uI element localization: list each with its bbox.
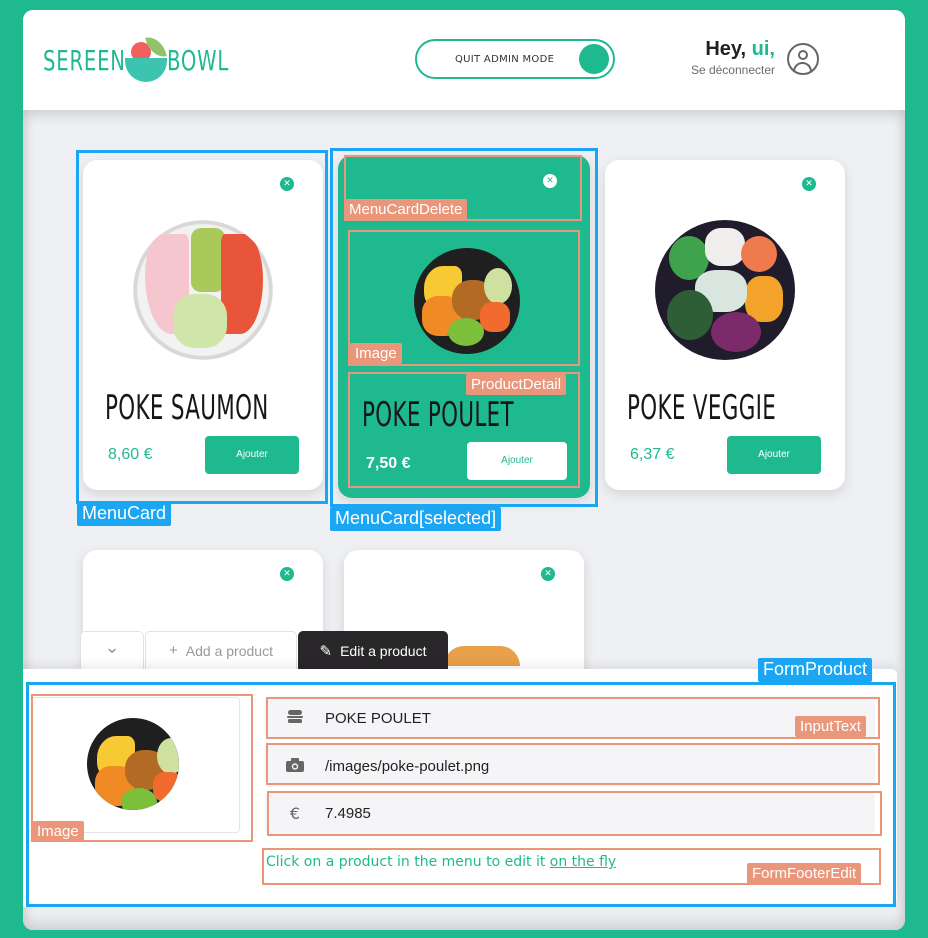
product-image (414, 248, 520, 354)
chevron-down-icon: ⌄ (104, 637, 120, 657)
logo-text-left: SEREEN (43, 43, 126, 77)
price-value: 7.4985 (325, 804, 371, 822)
delete-card-icon[interactable]: ✕ (280, 567, 294, 581)
annotation-label: FormProduct (758, 658, 873, 682)
navbar: SEREEN BOWL QUIT ADMIN MODE Hey, ui, Se … (23, 10, 905, 110)
add-button[interactable]: Ajouter (467, 442, 567, 480)
product-image (655, 220, 795, 360)
product-title: POKE SAUMON (105, 388, 269, 428)
delete-card-icon[interactable]: ✕ (280, 177, 294, 191)
add-button[interactable]: Ajouter (727, 436, 821, 474)
image-url-field[interactable]: /images/poke-poulet.png (265, 745, 875, 787)
product-image (87, 718, 179, 810)
image-url-value: /images/poke-poulet.png (325, 757, 490, 775)
menu-card[interactable]: ✕ POKE VEGGIE 6,37 € Ajouter (605, 160, 845, 490)
product-price: 7,50 € (366, 455, 411, 472)
annotation-label: FormFooterEdit (747, 863, 862, 884)
tab-edit-product[interactable]: ✎ Edit a product (298, 631, 448, 669)
product-title: POKE VEGGIE (627, 388, 777, 428)
admin-mode-toggle[interactable]: QUIT ADMIN MODE (415, 39, 615, 79)
product-title: POKE POULET (362, 395, 514, 435)
tab-add-product[interactable]: + Add a product (145, 631, 297, 669)
camera-icon (265, 757, 325, 776)
toggle-knob (579, 44, 609, 74)
delete-card-icon[interactable]: ✕ (543, 174, 557, 188)
menu-card[interactable]: ✕ POKE SAUMON 8,60 € Ajouter (83, 160, 323, 490)
product-price: 6,37 € (630, 446, 675, 463)
form-image-preview (28, 697, 240, 833)
annotation-label: InputText (795, 716, 866, 737)
euro-icon: € (289, 803, 301, 823)
annotation-label: MenuCard (77, 502, 172, 526)
product-name-value: POKE POULET (325, 709, 431, 727)
delete-card-icon[interactable]: ✕ (802, 177, 816, 191)
annotation-label: MenuCard[selected] (330, 507, 502, 531)
pencil-icon: ✎ (319, 642, 333, 660)
admin-tabs: ⌄ + Add a product ✎ Edit a product (80, 631, 449, 669)
logout-link[interactable]: Se déconnecter (691, 63, 775, 77)
annotation-label: Image (350, 343, 402, 364)
app-window: SEREEN BOWL QUIT ADMIN MODE Hey, ui, Se … (23, 10, 905, 930)
collapse-tab[interactable]: ⌄ (80, 631, 144, 669)
admin-toggle-label: QUIT ADMIN MODE (455, 54, 555, 65)
tab-label: Add a product (185, 642, 273, 659)
annotation-label: ProductDetail (466, 374, 567, 395)
user-profile: Hey, ui, Se déconnecter (691, 38, 775, 77)
tab-label: Edit a product (340, 642, 427, 659)
on-the-fly-link[interactable]: on the fly (550, 854, 616, 870)
plus-icon: + (169, 642, 178, 659)
greeting: Hey, ui, (705, 38, 775, 60)
annotation-label: Image (32, 821, 84, 842)
annotation-label: MenuCardDelete (344, 199, 468, 220)
logo-bowl-icon (123, 34, 169, 86)
form-footer-edit: Click on a product in the menu to edit i… (266, 854, 617, 870)
product-image (133, 220, 273, 360)
product-price: 8,60 € (108, 446, 153, 463)
product-image-partial (444, 646, 520, 666)
delete-card-icon[interactable]: ✕ (541, 567, 555, 581)
user-avatar-icon[interactable] (787, 43, 819, 75)
price-field[interactable]: € 7.4985 (265, 792, 875, 834)
add-button[interactable]: Ajouter (205, 436, 299, 474)
logo[interactable]: SEREEN BOWL (43, 34, 247, 86)
user-name: ui, (751, 38, 775, 60)
product-name-field[interactable]: POKE POULET (265, 697, 875, 739)
logo-text-right: BOWL (167, 43, 230, 77)
burger-icon (265, 709, 325, 728)
